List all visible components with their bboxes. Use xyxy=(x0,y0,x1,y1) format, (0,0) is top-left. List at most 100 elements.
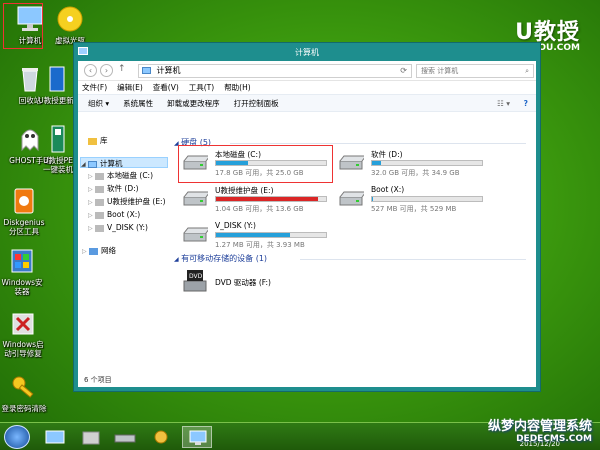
desktop-icon-diskgenius[interactable]: Diskgenius分区工具 xyxy=(0,186,48,236)
view-options-icon[interactable]: ☷ ▾ xyxy=(497,95,510,113)
chevron-right-icon: ▷ xyxy=(88,186,93,193)
drive-dvd[interactable]: DVD DVD 驱动器 (F:) xyxy=(182,267,330,297)
capacity-fill xyxy=(216,233,291,237)
organize-button[interactable]: 组织 ▾ xyxy=(88,95,109,111)
item-count: 6 个项目 xyxy=(84,376,112,384)
taskbar-item-tools[interactable] xyxy=(76,426,106,448)
desktop-icon xyxy=(45,430,65,444)
taskbar-item-settings[interactable] xyxy=(146,426,176,448)
group-label: 有可移动存储的设备 (1) xyxy=(181,254,268,263)
window-title: 计算机 xyxy=(295,48,319,57)
help-icon[interactable]: ? xyxy=(524,95,528,113)
search-input[interactable]: 搜索 计算机 ⌕ xyxy=(416,64,534,78)
drive-size: 1.27 MB 可用，共 3.93 MB xyxy=(215,241,305,249)
watermark: 纵梦内容管理系统 DEDECMS.COM xyxy=(488,415,592,444)
nav-label: Boot (X:) xyxy=(107,210,141,219)
menu-tools[interactable]: 工具(T) xyxy=(189,81,214,94)
nav-label: 本地磁盘 (C:) xyxy=(107,171,154,180)
hard-drive-icon xyxy=(182,227,212,243)
content-pane: ◢ 硬盘 (5) 本地磁盘 (C:) 17.8 GB 可用，共 25.0 GB … xyxy=(170,131,536,373)
drive-e[interactable]: U教授维护盘 (E:) 1.04 GB 可用，共 13.6 GB xyxy=(182,185,330,215)
update-icon xyxy=(40,64,72,94)
nav-label: 软件 (D:) xyxy=(107,184,139,193)
watermark-line2: DEDECMS.COM xyxy=(516,434,592,444)
desktop-icon-boot-repair[interactable]: Windows启动引导修复 xyxy=(0,308,46,358)
chevron-right-icon: ▷ xyxy=(88,225,93,232)
desktop-icon-virtual-drive[interactable]: 虚拟光驱 xyxy=(42,4,98,45)
search-placeholder: 搜索 计算机 xyxy=(421,67,459,75)
desktop-icon-pe-install[interactable]: U教授PE一键装机 xyxy=(40,124,76,174)
uninstall-program-button[interactable]: 卸载或更改程序 xyxy=(167,95,220,111)
chevron-right-icon: ▷ xyxy=(88,212,93,219)
chevron-right-icon: ▷ xyxy=(82,248,87,255)
watermark-line1: 纵梦内容管理系统 xyxy=(487,419,592,434)
repair-icon xyxy=(7,308,39,338)
menu-edit[interactable]: 编辑(E) xyxy=(117,81,143,94)
nav-item-drive-y[interactable]: ▷ V_DISK (Y:) xyxy=(88,222,148,233)
capacity-bar xyxy=(215,232,327,238)
drive-d[interactable]: 软件 (D:) 32.0 GB 可用，共 34.9 GB xyxy=(338,149,486,179)
nav-item-computer[interactable]: ◢ 计算机 xyxy=(80,157,168,168)
nav-item-drive-c[interactable]: ▷ 本地磁盘 (C:) xyxy=(88,170,153,181)
control-panel-button[interactable]: 打开控制面板 xyxy=(234,95,279,111)
taskbar-item-drive[interactable] xyxy=(110,426,140,448)
command-bar: 组织 ▾ 系统属性 卸载或更改程序 打开控制面板 ☷ ▾ ? xyxy=(78,94,536,112)
navigation-pane: 库 ◢ 计算机 ▷ 本地磁盘 (C:) ▷ 软件 (D:) ▷ U教授维护盘 (… xyxy=(78,131,170,373)
system-properties-button[interactable]: 系统属性 xyxy=(123,95,153,111)
network-icon xyxy=(89,247,99,255)
up-arrow-icon[interactable]: ↑ xyxy=(118,64,126,74)
nav-item-drive-e[interactable]: ▷ U教授维护盘 (E:) xyxy=(88,196,166,207)
menu-file[interactable]: 文件(F) xyxy=(82,81,107,94)
desktop-icon-label: U教授更新 xyxy=(38,96,74,105)
menu-view[interactable]: 查看(V) xyxy=(153,81,179,94)
desktop-icon-password-reset[interactable]: 登录密码清除 xyxy=(0,372,48,413)
drive-icon xyxy=(95,185,105,193)
back-icon[interactable]: ‹ xyxy=(84,64,97,77)
selection-highlight xyxy=(3,3,43,49)
refresh-icon[interactable]: ⟳ xyxy=(400,65,407,77)
taskbar-item-explorer[interactable] xyxy=(182,426,212,448)
forward-icon[interactable]: › xyxy=(100,64,113,77)
nav-item-library[interactable]: 库 xyxy=(88,135,108,146)
drive-y[interactable]: V_DISK (Y:) 1.27 MB 可用，共 3.93 MB xyxy=(182,221,330,251)
drive-name: U教授维护盘 (E:) xyxy=(215,186,274,195)
group-header-removable[interactable]: ◢ 有可移动存储的设备 (1) xyxy=(174,253,267,264)
chevron-right-icon: ▷ xyxy=(88,199,93,206)
computer-icon xyxy=(189,430,207,445)
menu-bar: 文件(F) 编辑(E) 查看(V) 工具(T) 帮助(H) xyxy=(78,81,536,94)
drive-icon xyxy=(95,224,105,232)
drive-name: DVD 驱动器 (F:) xyxy=(215,278,271,287)
nav-item-drive-x[interactable]: ▷ Boot (X:) xyxy=(88,209,140,220)
library-icon xyxy=(88,137,97,145)
capacity-bar xyxy=(371,196,483,202)
desktop-icon-windows-installer[interactable]: Windows安装器 xyxy=(0,246,44,296)
group-divider xyxy=(230,143,526,144)
drive-icon xyxy=(95,211,105,219)
nav-label: U教授维护盘 (E:) xyxy=(107,197,166,206)
address-bar[interactable]: 计算机 ⟳ xyxy=(138,64,412,78)
nav-label: V_DISK (Y:) xyxy=(107,223,148,232)
drive-icon xyxy=(95,198,105,206)
expand-arrow-icon: ◢ xyxy=(81,161,86,168)
search-icon: ⌕ xyxy=(525,67,529,75)
group-divider xyxy=(300,259,526,260)
chevron-right-icon: ▷ xyxy=(88,173,93,180)
drive-size: 527 MB 可用，共 529 MB xyxy=(371,205,457,213)
capacity-fill xyxy=(372,161,382,165)
address-text: 计算机 xyxy=(156,66,181,75)
title-bar[interactable]: 计算机 xyxy=(74,43,540,61)
start-button[interactable] xyxy=(4,425,30,449)
key-icon xyxy=(8,372,40,402)
desktop-icon-update[interactable]: U教授更新 xyxy=(36,64,76,105)
drive-c-highlight xyxy=(178,145,333,183)
explorer-window[interactable]: 计算机 ‹ › ↑ 计算机 ⟳ 搜索 计算机 ⌕ 文件(F) 编辑(E) 查看(… xyxy=(73,42,541,392)
hard-drive-icon xyxy=(338,191,368,207)
menu-help[interactable]: 帮助(H) xyxy=(224,81,251,94)
drive-x[interactable]: Boot (X:) 527 MB 可用，共 529 MB xyxy=(338,185,486,215)
nav-item-drive-d[interactable]: ▷ 软件 (D:) xyxy=(88,183,139,194)
nav-item-network[interactable]: ▷ 网络 xyxy=(82,245,116,256)
gear-icon xyxy=(154,430,168,444)
taskbar-item-desktop[interactable] xyxy=(40,426,70,448)
hard-drive-icon xyxy=(114,434,136,443)
desktop-icon-label: Windows启动引导修复 xyxy=(2,340,44,358)
